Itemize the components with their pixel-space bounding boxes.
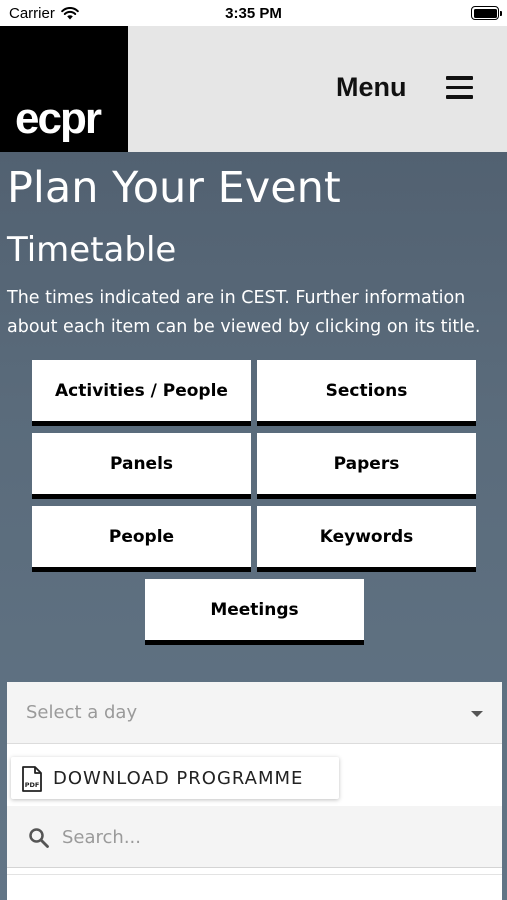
timetable-filter-card: Select a day PDF DOWNLOAD PROGRAMME [7,682,502,900]
page-title: Plan Your Event [7,163,341,213]
search-input[interactable] [62,820,482,854]
hamburger-menu-icon[interactable] [446,76,473,100]
status-time: 3:35 PM [225,5,282,22]
search-field-container [7,806,502,868]
results-list [7,874,502,900]
chevron-down-icon [471,711,483,717]
tile-sections[interactable]: Sections [257,360,476,426]
download-programme-button[interactable]: PDF DOWNLOAD PROGRAMME [11,757,339,799]
tile-people[interactable]: People [32,506,251,572]
tile-keywords[interactable]: Keywords [257,506,476,572]
section-subtitle: Timetable [7,230,177,270]
svg-text:PDF: PDF [25,781,40,789]
tile-activities-people[interactable]: Activities / People [32,360,251,426]
search-icon [29,828,49,848]
day-select-placeholder: Select a day [26,702,138,723]
ecpr-logo[interactable]: ecpr [0,26,128,152]
app-header: ecpr Menu [0,26,507,152]
status-bar: Carrier 3:35 PM [0,0,507,26]
tile-panels[interactable]: Panels [32,433,251,499]
day-select-dropdown[interactable]: Select a day [7,682,502,744]
tile-meetings[interactable]: Meetings [145,579,364,645]
tile-papers[interactable]: Papers [257,433,476,499]
pdf-file-icon: PDF [22,766,42,792]
menu-label[interactable]: Menu [336,72,407,103]
download-programme-label: DOWNLOAD PROGRAMME [53,768,304,789]
intro-text: The times indicated are in CEST. Further… [7,288,481,337]
battery-icon [471,6,502,20]
logo-text: ecpr [15,94,102,143]
